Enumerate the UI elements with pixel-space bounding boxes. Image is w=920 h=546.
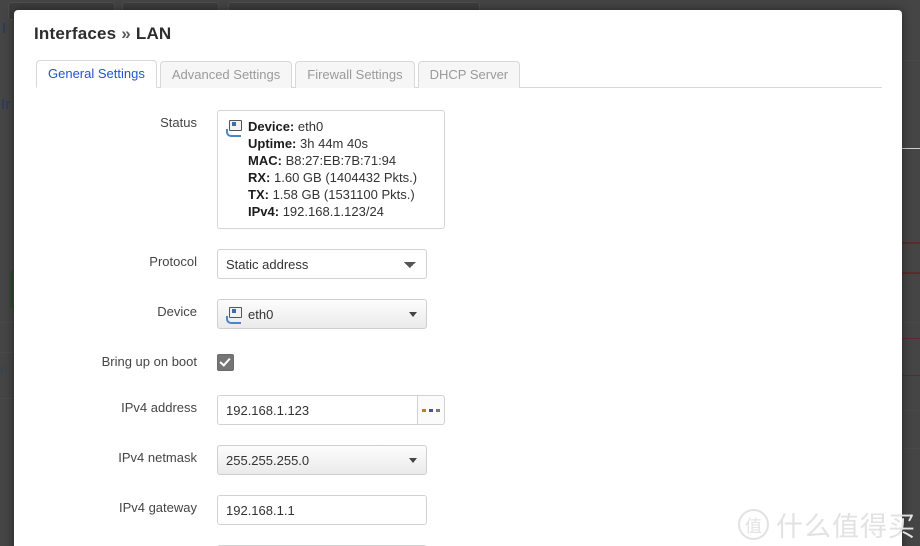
page-title-section: Interfaces [34,24,117,43]
protocol-select[interactable]: Static address [217,249,427,279]
interface-status-details: Device: eth0 Uptime: 3h 44m 40s MAC: B8:… [248,118,417,220]
network-interface-icon [226,120,242,137]
status-line-device: Device: eth0 [248,118,417,135]
label-protocol: Protocol [149,254,197,269]
ipv4-netmask-dropdown[interactable]: 255.255.255.0 [217,445,427,475]
backdrop-divider [0,352,14,353]
backdrop-divider [900,242,920,244]
device-dropdown-value: eth0 [248,306,274,322]
ipv4-address-group [217,395,445,425]
tab-dhcp-server[interactable]: DHCP Server [417,61,521,88]
backdrop-divider [0,322,14,323]
interface-config-modal: Interfaces » LAN General Settings Advanc… [14,10,902,546]
ipv4-address-input[interactable] [217,395,417,425]
page-title-interface: LAN [135,24,172,43]
label-bring-up-on-boot: Bring up on boot [101,354,197,369]
status-value: 1.58 GB (1531100 Pkts.) [272,187,415,202]
label-ipv4-netmask: IPv4 netmask [118,450,197,465]
backdrop-divider [902,60,920,61]
backdrop-divider [0,398,14,399]
backdrop-divider [900,272,920,274]
label-ipv4-gateway: IPv4 gateway [118,500,197,515]
backdrop-text-fragment: P [0,366,8,378]
bring-up-on-boot-checkbox[interactable] [217,354,234,371]
chevron-down-icon [409,458,417,463]
interface-status-box: Device: eth0 Uptime: 3h 44m 40s MAC: B8:… [217,110,445,229]
backdrop-text-fragment: I [2,20,7,37]
ipv4-gateway-input[interactable] [217,495,427,525]
form-row-device: Device eth0 [34,299,882,329]
device-dropdown[interactable]: eth0 [217,299,427,329]
form-row-ipv4-gateway: IPv4 gateway [34,495,882,525]
backdrop-divider [902,448,920,449]
label-device: Device [157,304,197,319]
ipv4-address-options-button[interactable] [417,395,445,425]
status-key: IPv4: [248,204,280,219]
settings-tab-bar: General Settings Advanced Settings Firew… [36,60,882,88]
form-row-ipv4-netmask: IPv4 netmask 255.255.255.0 [34,445,882,475]
tab-advanced-settings[interactable]: Advanced Settings [159,61,293,88]
status-value: 192.168.1.123/24 [282,204,384,219]
form-row-status: Status Device: eth0 Uptime: 3h 44m 40s M… [34,110,882,229]
form-row-protocol: Protocol Static address [34,249,882,279]
status-value: B8:27:EB:7B:71:94 [285,153,397,168]
general-settings-form: Status Device: eth0 Uptime: 3h 44m 40s M… [34,88,882,546]
tab-firewall-settings[interactable]: Firewall Settings [295,61,415,88]
page-title: Interfaces » LAN [34,24,882,44]
chevron-down-icon [409,312,417,317]
label-status: Status [160,115,197,130]
backdrop-divider [902,148,920,149]
status-line-rx: RX: 1.60 GB (1404432 Pkts.) [248,169,417,186]
status-key: Device: [248,119,295,134]
status-line-tx: TX: 1.58 GB (1531100 Pkts.) [248,186,417,203]
status-line-ipv4: IPv4: 192.168.1.123/24 [248,203,417,220]
status-value: 1.60 GB (1404432 Pkts.) [274,170,418,185]
status-key: MAC: [248,153,282,168]
breadcrumb-separator: » [121,24,131,43]
form-row-ipv4-address: IPv4 address [34,395,882,425]
label-ipv4-address: IPv4 address [121,400,197,415]
status-line-mac: MAC: B8:27:EB:7B:71:94 [248,152,417,169]
backdrop-button-outline [900,338,920,376]
status-key: TX: [248,187,269,202]
form-row-bring-up-on-boot: Bring up on boot [34,349,882,375]
ipv4-netmask-value: 255.255.255.0 [226,452,310,468]
status-line-uptime: Uptime: 3h 44m 40s [248,135,417,152]
tab-general-settings[interactable]: General Settings [36,60,157,88]
status-key: RX: [248,170,271,185]
status-value: 3h 44m 40s [300,136,368,151]
backdrop-accent-bar [10,270,13,308]
backdrop-divider [902,322,920,323]
backdrop-divider [902,410,920,411]
status-value: eth0 [297,119,324,134]
network-interface-icon [226,307,242,324]
status-key: Uptime: [248,136,297,151]
backdrop-text-fragment: Ir [1,96,12,113]
